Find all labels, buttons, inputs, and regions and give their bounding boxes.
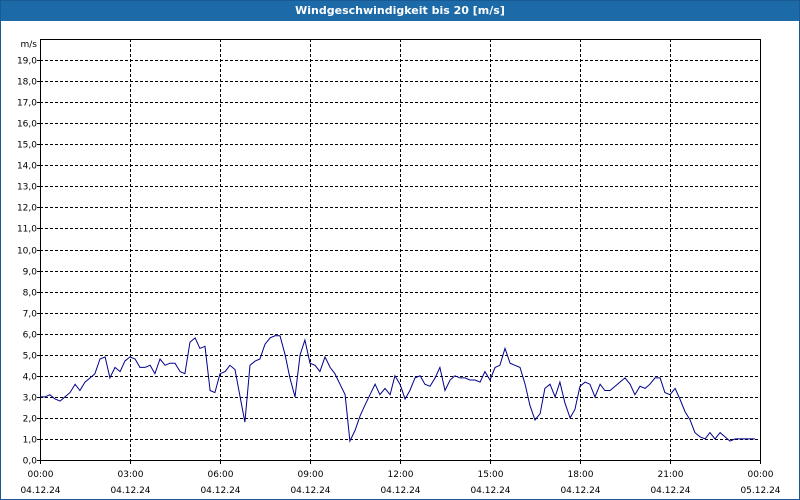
y-tick-label: 3,0 — [23, 394, 38, 404]
x-tick-date-label: 05.12.24 — [740, 486, 780, 496]
x-tick-date-label: 04.12.24 — [650, 486, 690, 496]
line-chart: 0,0 1,0 2,0 3,0 4,0 5,0 6,0 7,0 8,0 9,0 10,0 11,0 12… — [17, 39, 781, 496]
y-tick-label: 4,0 — [23, 373, 38, 383]
x-tick-date-label: 04.12.24 — [20, 486, 60, 496]
y-tick-label: 14,0 — [17, 162, 37, 172]
y-tick-label: 0,0 — [23, 457, 38, 467]
y-tick-label: 17,0 — [17, 99, 37, 109]
y-tick-label: 9,0 — [23, 268, 38, 278]
x-tick-time-label: 09:00 — [298, 470, 324, 480]
y-axis-label: m/s — [21, 40, 38, 50]
x-tick-time-label: 00:00 — [748, 470, 774, 480]
grid-lines — [40, 39, 760, 460]
x-tick-date-label: 04.12.24 — [290, 486, 330, 496]
y-tick-label: 8,0 — [23, 289, 38, 299]
y-tick-label: 1,0 — [23, 436, 38, 446]
x-tick-date-label: 04.12.24 — [470, 486, 510, 496]
x-tick-time-label: 06:00 — [208, 470, 234, 480]
chart-window: Windgeschwindigkeit bis 20 [m/s] 0,0 1,0 2… — [0, 0, 800, 500]
y-tick-label: 11,0 — [17, 225, 37, 235]
x-tick-time-label: 15:00 — [478, 470, 504, 480]
x-tick-date-label: 04.12.24 — [200, 486, 240, 496]
y-tick-label: 2,0 — [23, 415, 38, 425]
y-tick-label: 6,0 — [23, 331, 38, 341]
y-tick-label: 10,0 — [17, 247, 37, 257]
x-tick-date-label: 04.12.24 — [380, 486, 420, 496]
y-tick-label: 15,0 — [17, 141, 37, 151]
x-tick-date-label: 04.12.24 — [110, 486, 150, 496]
y-tick-label: 19,0 — [17, 57, 37, 67]
x-tick-time-label: 03:00 — [118, 470, 144, 480]
series-line-wind-speed — [40, 335, 755, 443]
y-tick-label: 16,0 — [17, 120, 37, 130]
y-tick-label: 13,0 — [17, 183, 37, 193]
x-tick-time-label: 12:00 — [388, 470, 414, 480]
y-tick-label: 12,0 — [17, 204, 37, 214]
x-tick-time-label: 00:00 — [28, 470, 54, 480]
x-tick-time-label: 18:00 — [568, 470, 594, 480]
x-tick-date-label: 04.12.24 — [560, 486, 600, 496]
y-tick-label: 18,0 — [17, 78, 37, 88]
x-axis-ticks: 00:00 04.12.24 03:00 04.12.24 06:00 04.12.24 0… — [20, 460, 781, 496]
x-tick-time-label: 21:00 — [658, 470, 684, 480]
y-axis-ticks: 0,0 1,0 2,0 3,0 4,0 5,0 6,0 7,0 8,0 9,0 10,0 11,0 12… — [17, 57, 40, 467]
y-tick-label: 7,0 — [23, 310, 38, 320]
y-tick-label: 5,0 — [23, 352, 38, 362]
